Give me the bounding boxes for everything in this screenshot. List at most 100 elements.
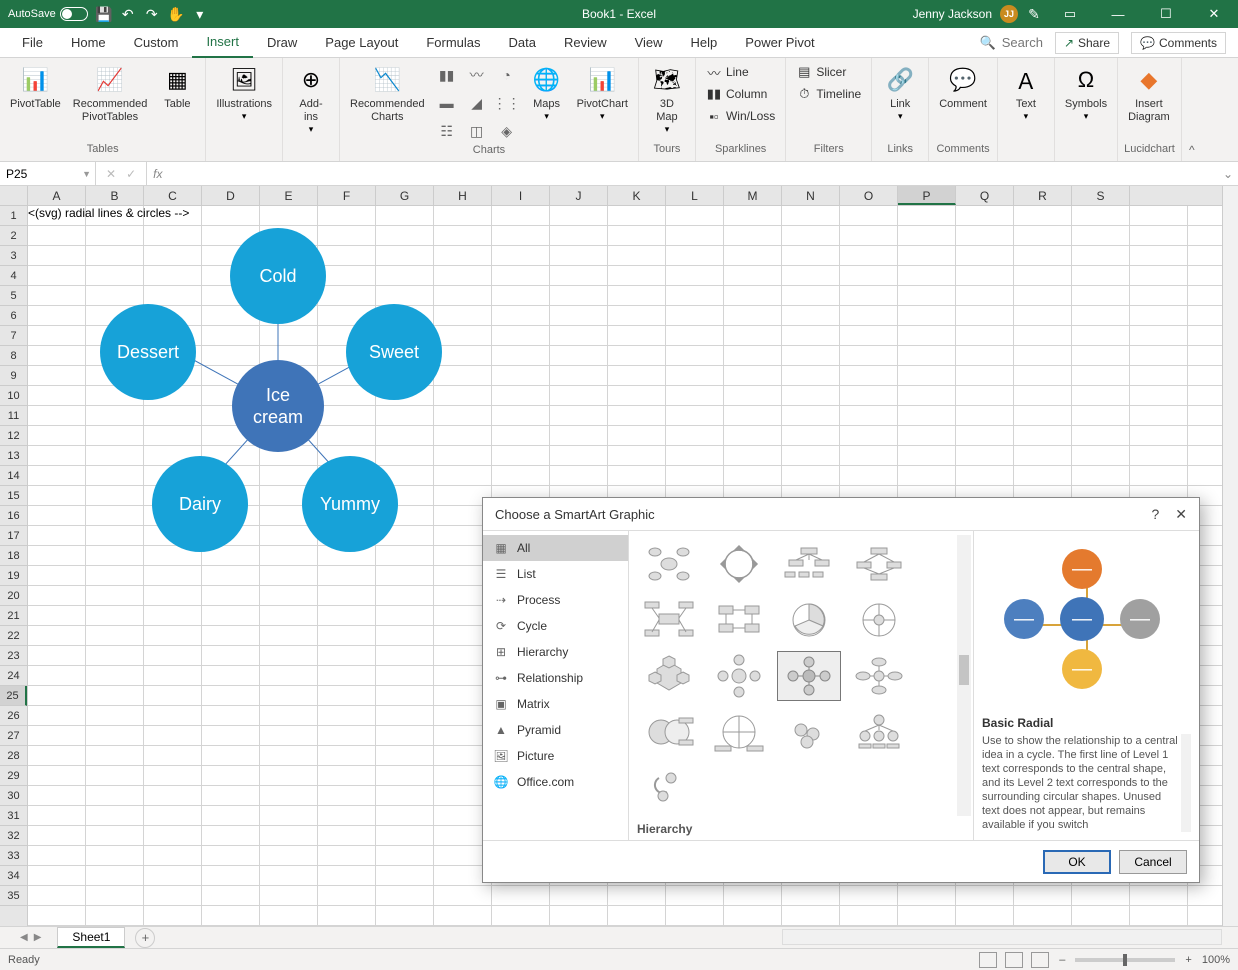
col-header-L[interactable]: L [666,186,724,205]
category-all[interactable]: ▦All [483,535,628,561]
row-header-12[interactable]: 12 [0,426,27,446]
save-icon[interactable]: 💾 [96,6,112,22]
tab-custom[interactable]: Custom [120,28,193,58]
ok-button[interactable]: OK [1043,850,1111,874]
page-layout-view-icon[interactable] [1005,952,1023,968]
row-header-5[interactable]: 5 [0,286,27,306]
radial-node-dessert[interactable]: Dessert [100,304,196,400]
col-header-M[interactable]: M [724,186,782,205]
illustrations-button[interactable]: 🖼Illustrations▾ [212,62,276,124]
tab-power-pivot[interactable]: Power Pivot [731,28,828,58]
layout-option-0[interactable] [637,539,701,589]
tab-help[interactable]: Help [677,28,732,58]
col-header-I[interactable]: I [492,186,550,205]
row-header-14[interactable]: 14 [0,466,27,486]
row-header-1[interactable]: 1 [0,206,27,226]
line-chart-icon[interactable]: 〰 [463,62,491,88]
pie-chart-icon[interactable]: ◔ [493,62,521,88]
search-box[interactable]: 🔍 Search [980,35,1043,51]
col-header-B[interactable]: B [86,186,144,205]
comments-button[interactable]: 💬 Comments [1131,32,1226,54]
qat-more-icon[interactable]: ▾ [192,6,208,22]
fx-icon[interactable]: fx [147,167,168,181]
name-box-dropdown-icon[interactable]: ▼ [82,169,91,179]
surface-chart-icon[interactable]: ◈ [493,118,521,144]
stock-chart-icon[interactable]: ☷ [433,118,461,144]
row-header-30[interactable]: 30 [0,786,27,806]
col-header-O[interactable]: O [840,186,898,205]
category-hierarchy[interactable]: ⊞Hierarchy [483,639,628,665]
row-header-27[interactable]: 27 [0,726,27,746]
user-avatar[interactable]: JJ [1000,5,1018,23]
touch-mode-icon[interactable]: ✋ [168,6,184,22]
user-name[interactable]: Jenny Jackson [913,7,992,21]
tab-home[interactable]: Home [57,28,120,58]
sheet-nav-next-icon[interactable]: ▶ [34,932,42,943]
layout-option-16[interactable] [637,763,701,813]
maximize-button[interactable]: ☐ [1146,0,1186,28]
row-header-29[interactable]: 29 [0,766,27,786]
3d-map-button[interactable]: 🗺3D Map▾ [645,62,689,137]
close-button[interactable]: ✕ [1194,0,1234,28]
category-process[interactable]: ⇢Process [483,587,628,613]
recommended-charts-button[interactable]: 📉Recommended Charts [346,62,429,126]
category-relationship[interactable]: ⊶Relationship [483,665,628,691]
timeline-button[interactable]: ⏱Timeline [792,84,865,104]
column-chart-icon[interactable]: ▮▮ [433,62,461,88]
col-header-R[interactable]: R [1014,186,1072,205]
row-header-26[interactable]: 26 [0,706,27,726]
sheet-nav-prev-icon[interactable]: ◀ [20,932,28,943]
row-header-2[interactable]: 2 [0,226,27,246]
recommended-pivottables-button[interactable]: 📈Recommended PivotTables [69,62,152,126]
zoom-out-icon[interactable]: – [1059,954,1065,966]
col-header-E[interactable]: E [260,186,318,205]
add-sheet-button[interactable]: + [135,928,155,948]
collapse-ribbon-icon[interactable]: ^ [1182,58,1202,161]
name-box[interactable]: P25 ▼ [0,162,96,185]
row-header-7[interactable]: 7 [0,326,27,346]
cancel-button[interactable]: Cancel [1119,850,1187,874]
row-header-17[interactable]: 17 [0,526,27,546]
category-list[interactable]: ☰List [483,561,628,587]
tab-draw[interactable]: Draw [253,28,311,58]
row-header-9[interactable]: 9 [0,366,27,386]
layout-option-11[interactable] [847,651,911,701]
category-officecom[interactable]: 🌐Office.com [483,769,628,795]
addins-button[interactable]: ⊕Add- ins▾ [289,62,333,137]
comment-button[interactable]: 💬Comment [935,62,991,113]
slicer-button[interactable]: ▤Slicer [792,62,865,82]
tab-view[interactable]: View [621,28,677,58]
tab-data[interactable]: Data [495,28,550,58]
col-header-K[interactable]: K [608,186,666,205]
select-all-corner[interactable] [0,186,28,206]
col-header-F[interactable]: F [318,186,376,205]
tab-formulas[interactable]: Formulas [412,28,494,58]
row-header-28[interactable]: 28 [0,746,27,766]
radial-node-yummy[interactable]: Yummy [302,456,398,552]
share-button[interactable]: ↗ Share [1055,32,1119,54]
link-button[interactable]: 🔗Link▾ [878,62,922,124]
col-header-N[interactable]: N [782,186,840,205]
row-header-23[interactable]: 23 [0,646,27,666]
col-header-C[interactable]: C [144,186,202,205]
layout-scrollbar[interactable] [957,535,971,816]
row-header-3[interactable]: 3 [0,246,27,266]
layout-option-6[interactable] [777,595,841,645]
enter-formula-icon[interactable]: ✓ [126,167,136,181]
row-header-21[interactable]: 21 [0,606,27,626]
text-button[interactable]: ＡText▾ [1004,62,1048,124]
category-cycle[interactable]: ⟳Cycle [483,613,628,639]
desc-scrollbar[interactable] [1181,734,1191,832]
radial-node-cold[interactable]: Cold [230,228,326,324]
layout-option-9[interactable] [707,651,771,701]
col-header-P[interactable]: P [898,186,956,205]
layout-option-12[interactable] [637,707,701,757]
privacy-icon[interactable]: ✎ [1026,6,1042,22]
bar-chart-icon[interactable]: ▬ [433,90,461,116]
tab-file[interactable]: File [8,28,57,58]
smartart-radial[interactable]: Cold Sweet Yummy Dairy Dessert Ice cream [88,216,468,596]
row-header-8[interactable]: 8 [0,346,27,366]
row-header-13[interactable]: 13 [0,446,27,466]
row-header-22[interactable]: 22 [0,626,27,646]
sparkline-column-button[interactable]: ▮▮Column [702,84,779,104]
